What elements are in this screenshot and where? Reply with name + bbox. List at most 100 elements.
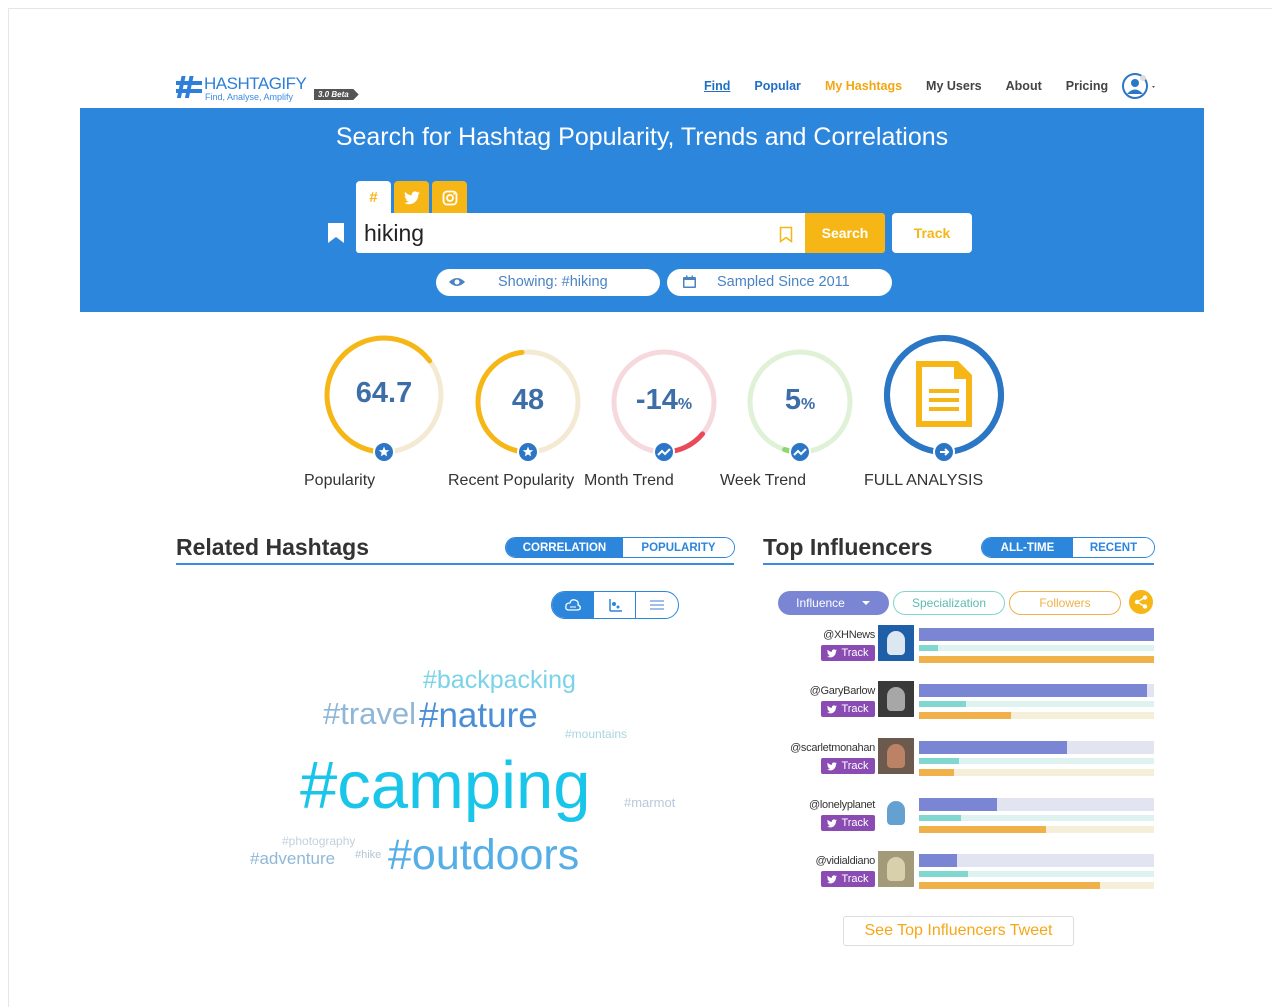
gauge-full-analysis[interactable] bbox=[877, 328, 1011, 462]
tag-travel[interactable]: #travel bbox=[323, 698, 416, 729]
influencer-handle[interactable]: @XHNews bbox=[755, 629, 875, 641]
showing-pill[interactable]: Showing: #hiking bbox=[436, 269, 660, 296]
influencer-track-button[interactable]: Track bbox=[821, 645, 875, 661]
avatar-figure bbox=[887, 857, 905, 881]
followers-bar-track bbox=[919, 882, 1154, 889]
view-list[interactable] bbox=[636, 592, 678, 618]
calendar-icon bbox=[683, 275, 696, 288]
logo[interactable]: HASHTAGIFY Find, Analyse, Amplify 3.0 Be… bbox=[176, 72, 376, 106]
influencer-avatar[interactable] bbox=[878, 738, 914, 774]
nav-my-hashtags[interactable]: My Hashtags bbox=[825, 79, 902, 93]
view-cloud[interactable] bbox=[552, 592, 594, 618]
gauge-popularity[interactable]: 64.7 bbox=[317, 328, 451, 462]
search-button[interactable]: Search bbox=[805, 213, 885, 253]
influencer-avatar[interactable] bbox=[878, 625, 914, 661]
avatar-figure bbox=[887, 744, 905, 768]
search-input[interactable] bbox=[364, 219, 764, 247]
influencer-handle[interactable]: @lonelyplanet bbox=[755, 799, 875, 811]
influencer-handle[interactable]: @scarletmonahan bbox=[755, 742, 875, 754]
search-box bbox=[356, 213, 806, 253]
influence-bar-track bbox=[919, 741, 1154, 754]
bookmark-icon[interactable] bbox=[327, 222, 345, 244]
logo-tagline: Find, Analyse, Amplify bbox=[205, 92, 294, 102]
network-view-icon bbox=[608, 599, 622, 612]
tag-backpacking[interactable]: #backpacking bbox=[423, 668, 576, 693]
influencer-handle[interactable]: @GaryBarlow bbox=[755, 685, 876, 697]
view-network[interactable] bbox=[594, 592, 637, 618]
influencer-avatar[interactable] bbox=[878, 851, 914, 887]
bookmark-outline-icon[interactable] bbox=[779, 226, 793, 243]
nav-popular[interactable]: Popular bbox=[754, 79, 801, 93]
hero-title: Search for Hashtag Popularity, Trends an… bbox=[335, 123, 949, 151]
tag-photography[interactable]: #photography bbox=[282, 835, 355, 847]
toggle-correlation[interactable]: CORRELATION bbox=[506, 538, 623, 557]
star-icon bbox=[373, 441, 395, 462]
track-button[interactable]: Track bbox=[892, 213, 972, 253]
gauge-unit: % bbox=[677, 396, 693, 414]
toggle-all-time[interactable]: ALL-TIME bbox=[982, 538, 1073, 557]
influencer-track-button[interactable]: Track bbox=[821, 758, 875, 774]
influencers-divider bbox=[763, 563, 1154, 565]
filter-followers[interactable]: Followers bbox=[1009, 591, 1121, 615]
twitter-icon bbox=[827, 761, 838, 770]
influencer-avatar[interactable] bbox=[878, 681, 914, 717]
avatar-figure bbox=[887, 801, 905, 825]
list-view-icon bbox=[650, 600, 665, 610]
influence-bar-track bbox=[919, 628, 1154, 641]
tab-instagram[interactable] bbox=[432, 181, 467, 214]
gauge-month-trend[interactable]: -14% bbox=[604, 342, 724, 462]
nav-about[interactable]: About bbox=[1006, 79, 1042, 93]
tab-hashtag[interactable]: # bbox=[356, 181, 391, 214]
trend-icon bbox=[653, 441, 675, 462]
tag-nature[interactable]: #nature bbox=[419, 698, 538, 733]
specialization-bar bbox=[919, 758, 959, 764]
gauge-number: -14 bbox=[635, 384, 678, 417]
tag-marmot[interactable]: #marmot bbox=[624, 796, 675, 809]
followers-bar bbox=[919, 826, 1046, 833]
specialization-bar bbox=[919, 701, 966, 707]
filter-influence[interactable]: Influence bbox=[778, 591, 889, 615]
influence-bar bbox=[919, 798, 997, 811]
influencer-avatar[interactable] bbox=[878, 795, 914, 831]
filter-specialization[interactable]: Specialization bbox=[893, 591, 1005, 615]
avatar-figure bbox=[887, 687, 905, 711]
influencer-track-button[interactable]: Track bbox=[821, 815, 875, 831]
tab-twitter[interactable] bbox=[394, 181, 429, 214]
influencer-track-button[interactable]: Track bbox=[821, 871, 875, 887]
influence-bar-track bbox=[919, 684, 1154, 697]
influencer-track-button[interactable]: Track bbox=[821, 701, 875, 717]
gauge-label: Week Trend bbox=[720, 472, 806, 489]
tag-outdoors[interactable]: #outdoors bbox=[388, 834, 579, 877]
followers-bar-track bbox=[919, 826, 1154, 833]
top-influencers-title: Top Influencers bbox=[763, 534, 933, 560]
toggle-recent[interactable]: RECENT bbox=[1072, 538, 1154, 557]
hashtag-tab-label: # bbox=[369, 189, 378, 206]
toggle-popularity[interactable]: POPULARITY bbox=[622, 538, 734, 557]
specialization-bar-track bbox=[919, 758, 1154, 764]
showing-text: Showing: #hiking bbox=[498, 274, 608, 290]
search-source-tabs: # bbox=[356, 181, 467, 214]
nav-find[interactable]: Find bbox=[704, 79, 730, 93]
gauge-week-trend[interactable]: 5% bbox=[740, 342, 860, 462]
related-hashtags-title: Related Hashtags bbox=[176, 534, 370, 560]
followers-bar-track bbox=[919, 769, 1154, 776]
followers-bar bbox=[919, 882, 1100, 889]
tag-mountains[interactable]: #mountains bbox=[565, 728, 627, 740]
gauge-recent-popularity[interactable]: 48 bbox=[468, 342, 588, 462]
specialization-bar-track bbox=[919, 645, 1154, 651]
nav-my-users[interactable]: My Users bbox=[926, 79, 982, 93]
share-icon[interactable] bbox=[1129, 590, 1153, 614]
sampled-pill[interactable]: Sampled Since 2011 bbox=[667, 269, 892, 296]
user-circle-icon[interactable] bbox=[1122, 73, 1160, 99]
filter-influence-label: Influence bbox=[796, 596, 845, 610]
influencer-handle[interactable]: @vidialdiano bbox=[755, 855, 875, 867]
gauge-value: 48 bbox=[468, 384, 588, 417]
tag-camping[interactable]: #camping bbox=[300, 752, 591, 819]
tag-adventure[interactable]: #adventure bbox=[250, 850, 335, 867]
gauge-label: Recent Popularity bbox=[448, 472, 575, 489]
see-top-influencers-tweet-button[interactable]: See Top Influencers Tweet bbox=[843, 916, 1074, 946]
avatar-figure bbox=[887, 631, 905, 655]
nav-pricing[interactable]: Pricing bbox=[1066, 79, 1108, 93]
related-divider bbox=[176, 563, 734, 565]
tag-hike[interactable]: #hike bbox=[355, 850, 381, 861]
